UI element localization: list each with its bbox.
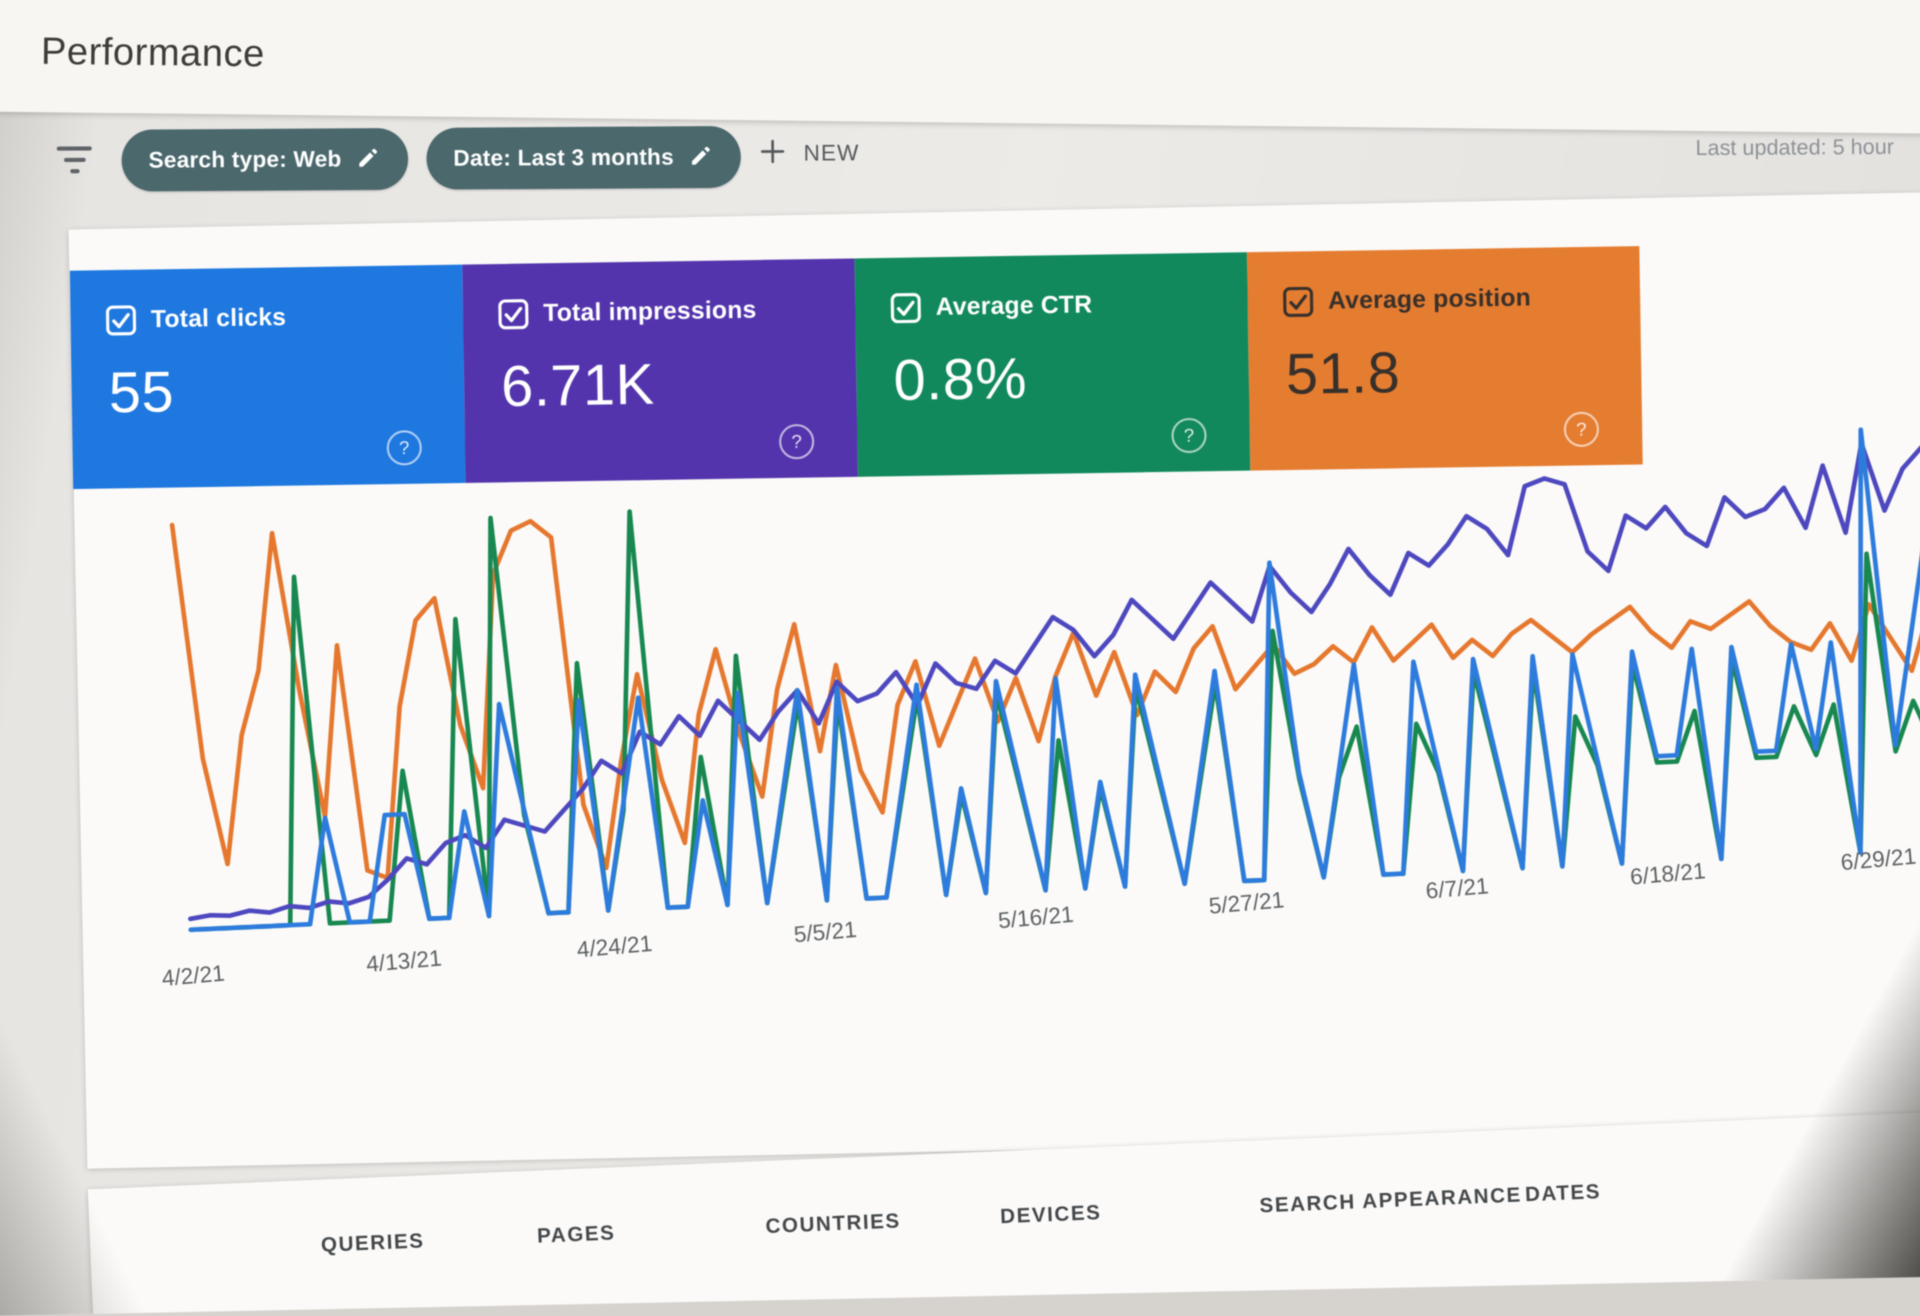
search-type-chip[interactable]: Search type: Web xyxy=(122,128,409,192)
x-tick-label: 5/16/21 xyxy=(997,901,1075,934)
chart-line-average-position xyxy=(172,444,1920,887)
metric-label: Total clicks xyxy=(151,303,287,334)
tab-search-appearance[interactable]: SEARCH APPEARANCE xyxy=(1253,1183,1529,1220)
new-filter-label: NEW xyxy=(803,139,859,166)
filter-bar: Search type: Web Date: Last 3 months xyxy=(0,106,1920,211)
x-tick-label: 6/29/21 xyxy=(1840,843,1918,876)
checkbox-checked-icon[interactable] xyxy=(1282,286,1313,317)
date-range-chip[interactable]: Date: Last 3 months xyxy=(426,126,741,190)
metric-label: Total impressions xyxy=(543,296,757,328)
x-tick-label: 4/2/21 xyxy=(161,960,226,992)
search-type-chip-label: Search type: Web xyxy=(148,146,341,174)
checkbox-checked-icon[interactable] xyxy=(105,305,136,336)
metric-card-average-ctr[interactable]: Average CTR 0.8% ? xyxy=(855,252,1251,476)
metric-value: 0.8% xyxy=(893,344,1028,413)
new-filter-button[interactable]: NEW xyxy=(752,135,866,170)
metric-card-total-impressions[interactable]: Total impressions 6.71K ? xyxy=(462,258,858,482)
checkbox-checked-icon[interactable] xyxy=(498,299,529,330)
tab-countries[interactable]: COUNTRIES xyxy=(759,1209,908,1241)
plus-icon xyxy=(758,137,787,169)
metric-card-total-clicks[interactable]: Total clicks 55 ? xyxy=(70,265,466,489)
x-tick-label: 5/27/21 xyxy=(1208,887,1286,920)
x-tick-label: 4/13/21 xyxy=(365,945,443,978)
tab-devices[interactable]: DEVICES xyxy=(994,1200,1109,1230)
metric-value: 51.8 xyxy=(1285,338,1400,407)
help-icon[interactable]: ? xyxy=(386,430,422,466)
metric-value: 55 xyxy=(108,358,174,426)
checkbox-checked-icon[interactable] xyxy=(890,292,921,323)
tab-queries[interactable]: QUERIES xyxy=(314,1229,431,1260)
last-updated-text: Last updated: 5 hour xyxy=(1695,135,1894,161)
tab-pages[interactable]: PAGES xyxy=(530,1221,622,1251)
performance-chart: 4/2/21 4/13/21 4/24/21 5/5/21 5/16/21 5/… xyxy=(171,416,1920,1043)
filter-icon xyxy=(56,146,93,177)
metric-label: Average CTR xyxy=(935,291,1092,322)
tab-dates[interactable]: DATES xyxy=(1518,1179,1607,1208)
metric-label: Average position xyxy=(1328,284,1531,316)
screen: Performance Search type: Web Date: Last … xyxy=(0,0,1920,1316)
metric-value: 6.71K xyxy=(501,350,655,419)
edit-pencil-icon xyxy=(356,145,382,174)
date-range-chip-label: Date: Last 3 months xyxy=(453,144,674,172)
page-title: Performance xyxy=(41,30,265,76)
x-tick-label: 4/24/21 xyxy=(576,930,654,963)
performance-report-card: Total clicks 55 ? Total impressions 6.71… xyxy=(68,191,1920,1169)
x-tick-label: 6/18/21 xyxy=(1629,858,1707,891)
x-tick-label: 6/7/21 xyxy=(1425,873,1490,905)
help-icon[interactable]: ? xyxy=(1171,418,1207,454)
x-tick-label: 5/5/21 xyxy=(793,916,858,948)
help-icon[interactable]: ? xyxy=(779,424,815,460)
edit-pencil-icon xyxy=(688,143,714,172)
